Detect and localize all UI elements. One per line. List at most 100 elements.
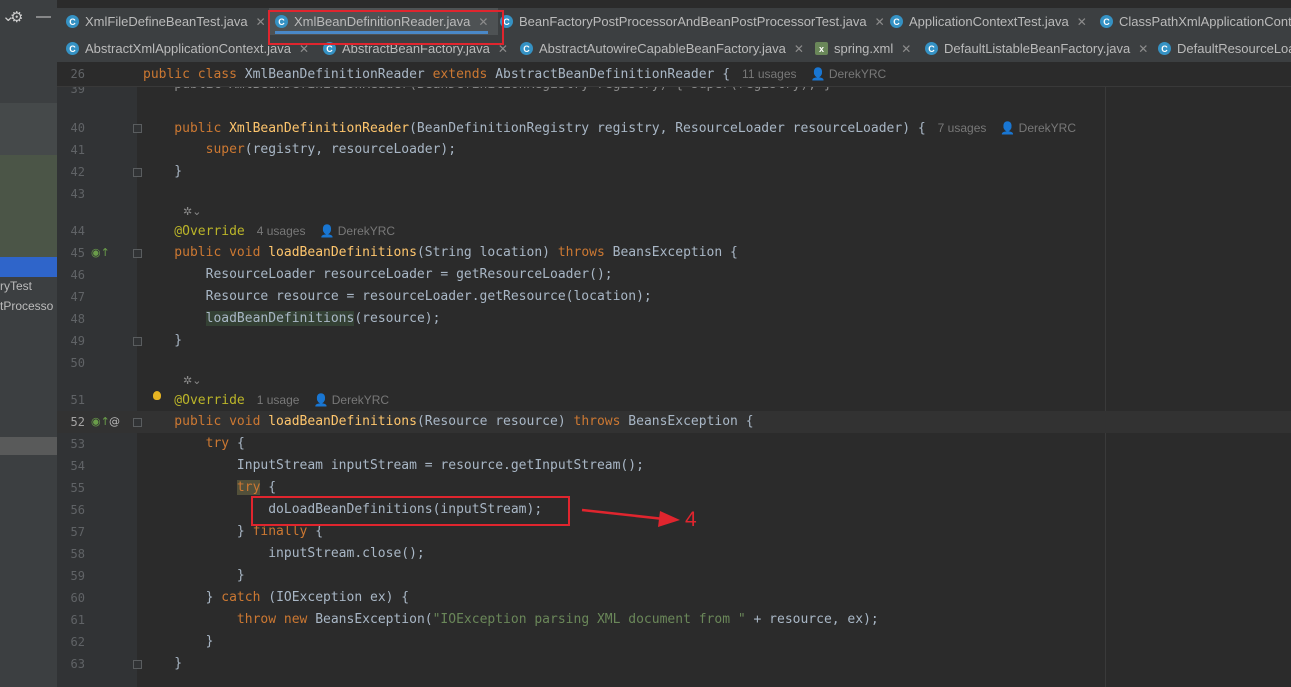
tree-item-test[interactable]: ryTest	[0, 279, 32, 293]
ai-assist-icon[interactable]: ✲⌄	[183, 374, 201, 387]
params: (Resource resource)	[416, 414, 574, 429]
line-code: public class XmlBeanDefinitionReader ext…	[143, 63, 886, 86]
code-line-current: 52 ◉↑ @ public void loadBeanDefinitions(…	[57, 411, 1291, 433]
line-code: }	[143, 333, 183, 348]
fold-marker[interactable]	[133, 168, 142, 177]
line-code: loadBeanDefinitions(resource);	[143, 308, 440, 330]
usages-hint[interactable]: 7 usages	[938, 121, 987, 135]
args: + resource, ex);	[745, 612, 879, 627]
annotation-label: 4	[685, 508, 697, 531]
tab-label: BeanFactoryPostProcessorAndBeanPostProce…	[519, 14, 867, 29]
tab-label: ClassPathXmlApplicationConte	[1119, 14, 1291, 29]
tab-default-listable-bean-factory[interactable]: C DefaultListableBeanFactory.java ✕	[925, 35, 1148, 62]
close-icon[interactable]: ✕	[901, 42, 911, 56]
tab-spring-xml[interactable]: x spring.xml ✕	[815, 35, 911, 62]
line-code: } catch (IOException ex) {	[143, 587, 410, 609]
author-hint[interactable]: 👤 DerekYRC	[1000, 121, 1076, 135]
method-call[interactable]: loadBeanDefinitions	[205, 311, 355, 326]
code-line: 60 } catch (IOException ex) {	[57, 587, 1291, 609]
line-number: 40	[70, 121, 85, 135]
code-line: 50	[57, 352, 1291, 374]
code-line: 47 Resource resource = resourceLoader.ge…	[57, 286, 1291, 308]
tab-class-path-xml-application-context[interactable]: C ClassPathXmlApplicationConte	[1100, 8, 1291, 35]
close-icon[interactable]: ✕	[1077, 15, 1087, 29]
fold-marker[interactable]	[133, 124, 142, 133]
annotation: @Override	[143, 224, 245, 239]
line-code: }	[143, 656, 183, 671]
code-line: 49 }	[57, 330, 1291, 352]
fold-marker[interactable]	[133, 337, 142, 346]
line-number: 47	[70, 290, 85, 304]
close-icon[interactable]: ✕	[256, 15, 266, 29]
brace: }	[143, 524, 253, 539]
panel-selection[interactable]	[0, 257, 57, 277]
line-code: }	[143, 634, 214, 649]
author-hint[interactable]: 👤 DerekYRC	[319, 224, 395, 238]
usages-hint[interactable]: 11 usages	[742, 67, 797, 81]
line-code: inputStream.close();	[143, 546, 425, 561]
tab-label: AbstractAutowireCapableBeanFactory.java	[539, 41, 786, 56]
code-line: 44 @Override 4 usages 👤 DerekYRC	[57, 220, 1291, 242]
params: (BeanDefinitionRegistry registry, Resour…	[409, 121, 926, 136]
close-icon[interactable]: ✕	[794, 42, 804, 56]
minimize-icon[interactable]: —	[36, 8, 51, 25]
tab-label: XmlFileDefineBeanTest.java	[85, 14, 248, 29]
keyword: super	[205, 142, 245, 157]
tab-application-context-test[interactable]: C ApplicationContextTest.java ✕	[890, 8, 1087, 35]
author-hint[interactable]: 👤 DerekYRC	[313, 393, 389, 407]
line-number: 43	[70, 187, 85, 201]
keyword: try	[205, 436, 237, 451]
line-number: 54	[70, 459, 85, 473]
editor-tabs-row2: C AbstractXmlApplicationContext.java ✕ C…	[57, 35, 1291, 63]
usages-hint[interactable]: 1 usage	[257, 393, 300, 407]
brace: {	[260, 480, 277, 495]
tab-default-resource-loader[interactable]: C DefaultResourceLoa	[1158, 35, 1291, 62]
line-code: InputStream inputStream = resource.getIn…	[143, 458, 644, 473]
line-number: 48	[70, 312, 85, 326]
line-number: 53	[70, 437, 85, 451]
keyword: public class	[143, 67, 245, 82]
line-number: 45	[70, 246, 85, 260]
panel-band-gray	[0, 437, 57, 455]
tab-bean-factory-post-processor-test[interactable]: C BeanFactoryPostProcessorAndBeanPostPro…	[500, 8, 885, 35]
close-icon[interactable]: ✕	[875, 15, 885, 29]
keyword: catch	[221, 590, 269, 605]
line-number: 63	[70, 657, 85, 671]
tree-item-processor[interactable]: tProcesso	[0, 299, 53, 313]
line-number: 44	[70, 224, 85, 238]
tab-label: ApplicationContextTest.java	[909, 14, 1069, 29]
tab-abstract-autowire-capable-bean-factory[interactable]: C AbstractAutowireCapableBeanFactory.jav…	[520, 35, 804, 62]
ai-assist-icon[interactable]: ✲⌄	[183, 205, 201, 218]
override-up-arrow-icon[interactable]: ◉↑	[91, 411, 110, 433]
line-number: 42	[70, 165, 85, 179]
override-up-arrow-icon[interactable]: ◉↑	[91, 242, 110, 264]
exception-type: BeansException {	[628, 414, 754, 429]
exception-type: BeansException {	[612, 245, 738, 260]
class-icon: C	[66, 15, 79, 28]
line-code: @Override 4 usages 👤 DerekYRC	[143, 220, 395, 243]
brace: }	[143, 590, 222, 605]
author-name: DerekYRC	[331, 393, 390, 407]
line-number: 26	[70, 67, 85, 81]
fold-marker[interactable]	[133, 249, 142, 258]
fold-marker[interactable]	[133, 418, 142, 427]
brace: {	[315, 524, 324, 539]
code-line: 51 @Override 1 usage 👤 DerekYRC	[57, 389, 1291, 411]
code-editor[interactable]: 26 public class XmlBeanDefinitionReader …	[57, 62, 1291, 687]
tab-label: DefaultListableBeanFactory.java	[944, 41, 1131, 56]
class-icon: C	[890, 15, 903, 28]
fold-marker[interactable]	[133, 660, 142, 669]
usages-hint[interactable]: 4 usages	[257, 224, 306, 238]
code-line: 43	[57, 183, 1291, 205]
tab-xml-file-define-bean-test[interactable]: C XmlFileDefineBeanTest.java ✕	[66, 8, 266, 35]
gear-icon[interactable]: ⚙	[10, 8, 23, 26]
at-sign-icon[interactable]: @	[109, 411, 120, 433]
close-icon[interactable]: ✕	[1138, 42, 1148, 56]
line-number: 52	[70, 415, 85, 429]
editor-tabs-row1: C XmlFileDefineBeanTest.java ✕ C XmlBean…	[57, 8, 1291, 36]
exception-ctor: BeansException(	[315, 612, 433, 627]
author-hint[interactable]: 👤 DerekYRC	[811, 67, 887, 81]
keyword: throws	[557, 245, 613, 260]
code-line: 62 }	[57, 631, 1291, 653]
